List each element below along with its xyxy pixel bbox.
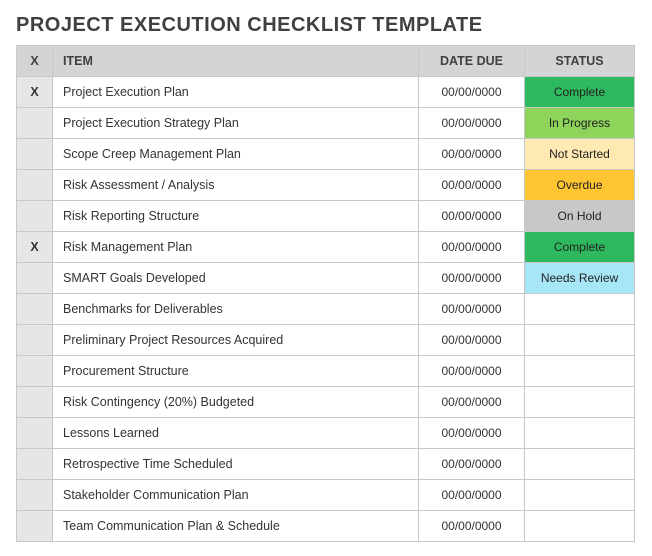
date-due-cell[interactable]: 00/00/0000 bbox=[419, 480, 525, 511]
item-cell[interactable]: Project Execution Plan bbox=[53, 77, 419, 108]
item-cell[interactable]: Benchmarks for Deliverables bbox=[53, 294, 419, 325]
checkbox-cell[interactable] bbox=[17, 170, 53, 201]
checkbox-cell[interactable] bbox=[17, 387, 53, 418]
item-cell[interactable]: Team Communication Plan & Schedule bbox=[53, 511, 419, 542]
date-due-cell[interactable]: 00/00/0000 bbox=[419, 77, 525, 108]
item-cell[interactable]: Retrospective Time Scheduled bbox=[53, 449, 419, 480]
col-header-x: X bbox=[17, 46, 53, 77]
date-due-cell[interactable]: 00/00/0000 bbox=[419, 201, 525, 232]
table-row: SMART Goals Developed00/00/0000Needs Rev… bbox=[17, 263, 635, 294]
table-row: Preliminary Project Resources Acquired00… bbox=[17, 325, 635, 356]
table-row: Lessons Learned00/00/0000 bbox=[17, 418, 635, 449]
checkbox-cell[interactable]: X bbox=[17, 77, 53, 108]
checkbox-cell[interactable] bbox=[17, 201, 53, 232]
status-cell[interactable] bbox=[525, 480, 635, 511]
date-due-cell[interactable]: 00/00/0000 bbox=[419, 232, 525, 263]
status-cell[interactable] bbox=[525, 325, 635, 356]
item-cell[interactable]: Procurement Structure bbox=[53, 356, 419, 387]
status-cell[interactable]: Complete bbox=[525, 232, 635, 263]
item-cell[interactable]: Risk Management Plan bbox=[53, 232, 419, 263]
date-due-cell[interactable]: 00/00/0000 bbox=[419, 139, 525, 170]
checkbox-cell[interactable] bbox=[17, 263, 53, 294]
col-header-item: ITEM bbox=[53, 46, 419, 77]
item-cell[interactable]: Preliminary Project Resources Acquired bbox=[53, 325, 419, 356]
table-row: Risk Reporting Structure00/00/0000On Hol… bbox=[17, 201, 635, 232]
status-cell[interactable] bbox=[525, 356, 635, 387]
item-cell[interactable]: Risk Contingency (20%) Budgeted bbox=[53, 387, 419, 418]
table-row: Team Communication Plan & Schedule00/00/… bbox=[17, 511, 635, 542]
checkbox-cell[interactable] bbox=[17, 108, 53, 139]
status-cell[interactable]: Overdue bbox=[525, 170, 635, 201]
checkbox-cell[interactable]: X bbox=[17, 232, 53, 263]
item-cell[interactable]: Project Execution Strategy Plan bbox=[53, 108, 419, 139]
status-cell[interactable]: In Progress bbox=[525, 108, 635, 139]
date-due-cell[interactable]: 00/00/0000 bbox=[419, 108, 525, 139]
checkbox-cell[interactable] bbox=[17, 511, 53, 542]
item-cell[interactable]: Risk Assessment / Analysis bbox=[53, 170, 419, 201]
date-due-cell[interactable]: 00/00/0000 bbox=[419, 449, 525, 480]
checkbox-cell[interactable] bbox=[17, 325, 53, 356]
col-header-status: STATUS bbox=[525, 46, 635, 77]
item-cell[interactable]: Scope Creep Management Plan bbox=[53, 139, 419, 170]
table-row: Stakeholder Communication Plan00/00/0000 bbox=[17, 480, 635, 511]
date-due-cell[interactable]: 00/00/0000 bbox=[419, 356, 525, 387]
table-row: XRisk Management Plan00/00/0000Complete bbox=[17, 232, 635, 263]
status-cell[interactable] bbox=[525, 387, 635, 418]
item-cell[interactable]: Risk Reporting Structure bbox=[53, 201, 419, 232]
status-cell[interactable] bbox=[525, 418, 635, 449]
status-cell[interactable]: Complete bbox=[525, 77, 635, 108]
date-due-cell[interactable]: 00/00/0000 bbox=[419, 511, 525, 542]
item-cell[interactable]: SMART Goals Developed bbox=[53, 263, 419, 294]
status-cell[interactable] bbox=[525, 294, 635, 325]
checkbox-cell[interactable] bbox=[17, 480, 53, 511]
checkbox-cell[interactable] bbox=[17, 294, 53, 325]
status-cell[interactable]: Needs Review bbox=[525, 263, 635, 294]
table-row: Scope Creep Management Plan00/00/0000Not… bbox=[17, 139, 635, 170]
status-cell[interactable] bbox=[525, 511, 635, 542]
table-row: Procurement Structure00/00/0000 bbox=[17, 356, 635, 387]
date-due-cell[interactable]: 00/00/0000 bbox=[419, 387, 525, 418]
date-due-cell[interactable]: 00/00/0000 bbox=[419, 325, 525, 356]
table-row: Risk Assessment / Analysis00/00/0000Over… bbox=[17, 170, 635, 201]
checkbox-cell[interactable] bbox=[17, 449, 53, 480]
table-row: Benchmarks for Deliverables00/00/0000 bbox=[17, 294, 635, 325]
status-cell[interactable]: On Hold bbox=[525, 201, 635, 232]
checklist-table: X ITEM DATE DUE STATUS XProject Executio… bbox=[16, 45, 635, 542]
table-row: XProject Execution Plan00/00/0000Complet… bbox=[17, 77, 635, 108]
checkbox-cell[interactable] bbox=[17, 139, 53, 170]
col-header-date: DATE DUE bbox=[419, 46, 525, 77]
status-cell[interactable]: Not Started bbox=[525, 139, 635, 170]
date-due-cell[interactable]: 00/00/0000 bbox=[419, 263, 525, 294]
table-row: Risk Contingency (20%) Budgeted00/00/000… bbox=[17, 387, 635, 418]
header-row: X ITEM DATE DUE STATUS bbox=[17, 46, 635, 77]
page-title: PROJECT EXECUTION CHECKLIST TEMPLATE bbox=[16, 14, 636, 37]
item-cell[interactable]: Lessons Learned bbox=[53, 418, 419, 449]
status-cell[interactable] bbox=[525, 449, 635, 480]
table-row: Retrospective Time Scheduled00/00/0000 bbox=[17, 449, 635, 480]
item-cell[interactable]: Stakeholder Communication Plan bbox=[53, 480, 419, 511]
date-due-cell[interactable]: 00/00/0000 bbox=[419, 418, 525, 449]
checkbox-cell[interactable] bbox=[17, 356, 53, 387]
table-row: Project Execution Strategy Plan00/00/000… bbox=[17, 108, 635, 139]
checkbox-cell[interactable] bbox=[17, 418, 53, 449]
date-due-cell[interactable]: 00/00/0000 bbox=[419, 294, 525, 325]
date-due-cell[interactable]: 00/00/0000 bbox=[419, 170, 525, 201]
